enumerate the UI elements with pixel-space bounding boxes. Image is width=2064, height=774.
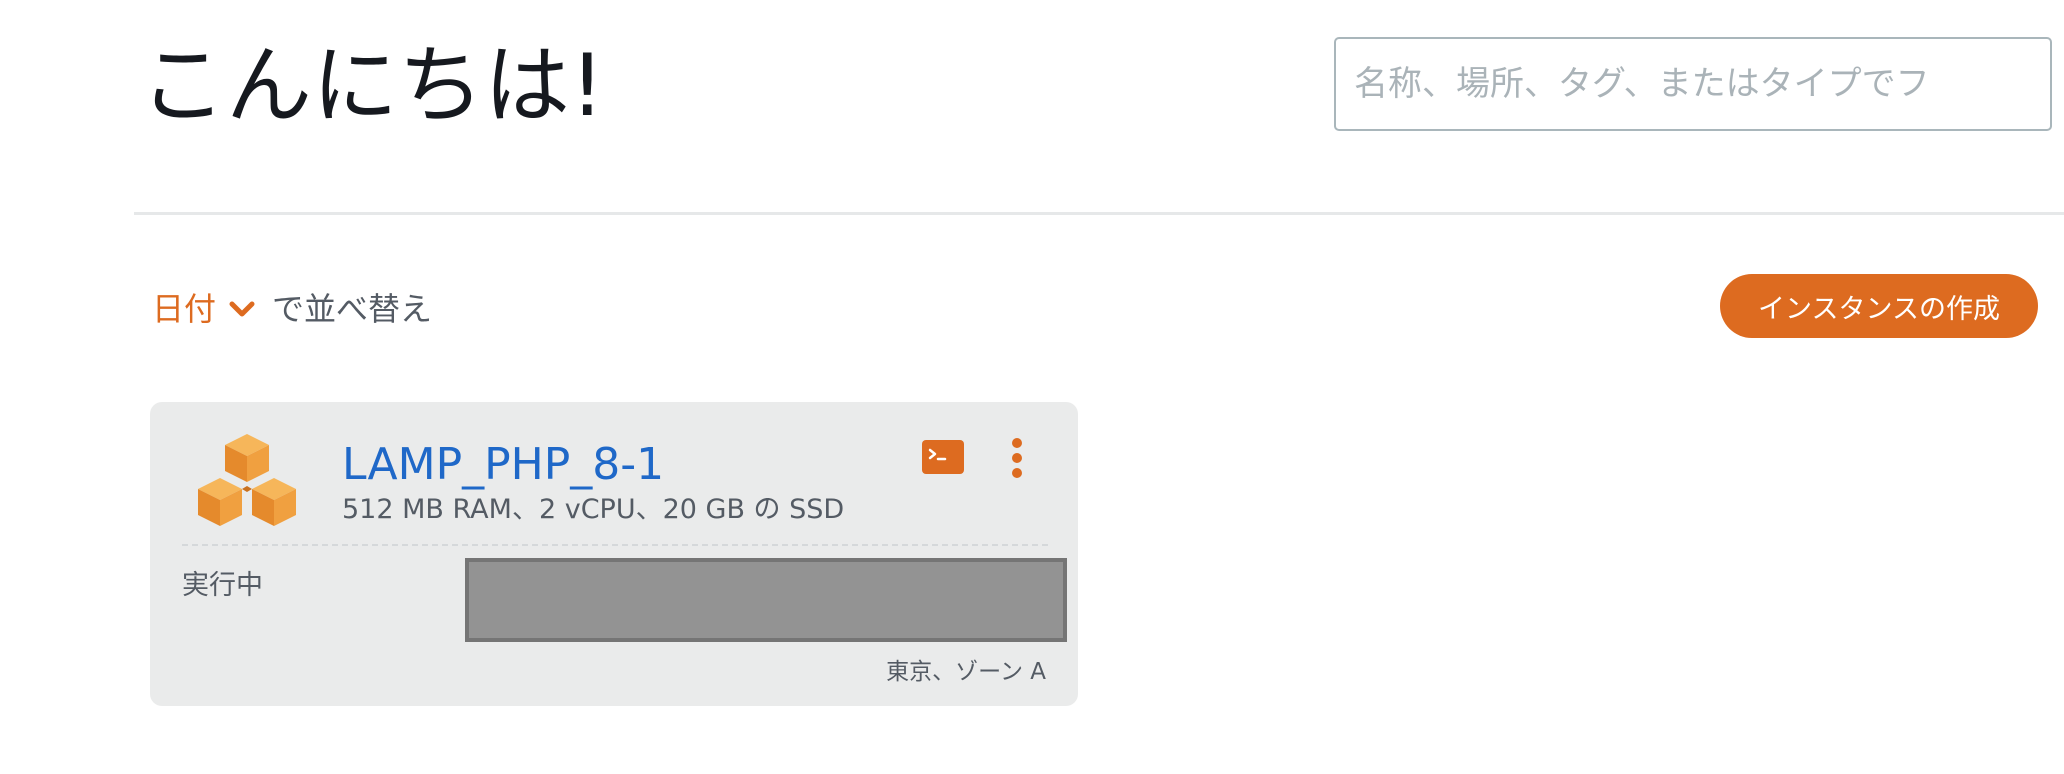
greeting-heading: こんにちは! xyxy=(140,36,605,136)
header-divider xyxy=(134,212,2064,215)
chevron-down-icon xyxy=(229,301,255,317)
sort-key-label: 日付 xyxy=(152,290,217,328)
instances-page: こんにちは! 日付 で並べ替え インスタンスの作成 xyxy=(0,0,2064,774)
card-divider xyxy=(182,544,1048,546)
sort-suffix-label: で並べ替え xyxy=(272,290,433,328)
kebab-dot xyxy=(1012,438,1022,448)
instance-status: 実行中 xyxy=(182,570,263,601)
instance-card: LAMP_PHP_8-1 512 MB RAM、2 vCPU、20 GB の S… xyxy=(150,402,1078,706)
instance-location: 東京、ゾーン A xyxy=(886,659,1046,685)
create-instance-button[interactable]: インスタンスの作成 xyxy=(1720,274,2038,338)
sort-dropdown[interactable]: 日付 xyxy=(152,284,256,330)
kebab-dot xyxy=(1012,468,1022,478)
instance-specs: 512 MB RAM、2 vCPU、20 GB の SSD xyxy=(342,494,845,525)
instance-menu-button[interactable] xyxy=(1008,438,1026,478)
instance-name-link[interactable]: LAMP_PHP_8-1 xyxy=(342,435,664,495)
redacted-ip-block xyxy=(465,558,1067,642)
cubes-icon xyxy=(198,434,296,526)
sort-control: 日付 で並べ替え xyxy=(152,282,432,332)
ssh-connect-button[interactable] xyxy=(922,440,964,474)
kebab-dot xyxy=(1012,453,1022,463)
search-box[interactable] xyxy=(1334,37,2052,131)
search-input[interactable] xyxy=(1336,39,2050,129)
terminal-icon xyxy=(928,448,947,461)
